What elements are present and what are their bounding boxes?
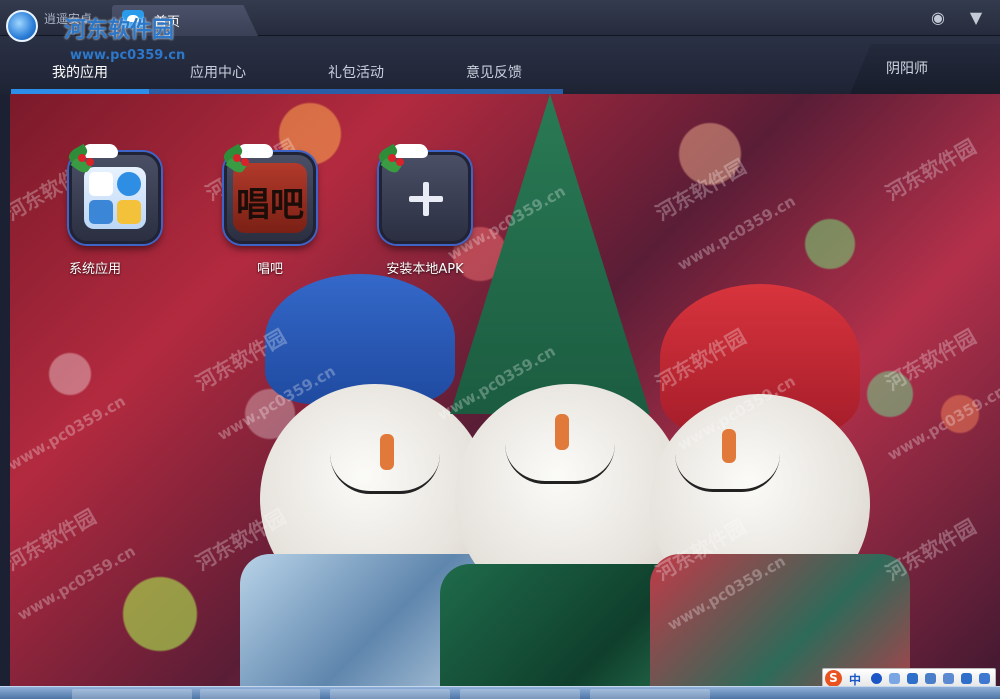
holly-decoration-icon <box>66 140 126 180</box>
app-changba[interactable]: 唱吧 唱吧 <box>175 143 316 284</box>
keyboard-icon[interactable] <box>925 673 936 684</box>
watermark-url: www.pc0359.cn <box>70 48 186 63</box>
holly-decoration-icon <box>221 140 281 180</box>
moon-icon[interactable] <box>871 673 882 684</box>
account-icon[interactable]: ◉ <box>928 8 948 28</box>
tab-label: 意见反馈 <box>466 65 522 81</box>
watermark: 河东软件园 <box>10 504 101 576</box>
sogou-ime-icon[interactable]: S <box>825 670 842 687</box>
tab-gift-events[interactable]: 礼包活动 <box>287 36 425 94</box>
taskbar-button[interactable] <box>460 689 580 699</box>
running-app-label: 阴阳师 <box>886 61 928 77</box>
tab-app-center[interactable]: 应用中心 <box>149 36 287 94</box>
user-icon[interactable] <box>943 673 954 684</box>
skin-icon[interactable] <box>961 673 972 684</box>
nav-bar: 我的应用 应用中心 礼包活动 意见反馈 阴阳师 <box>0 36 1000 94</box>
app-label: 安装本地APK <box>386 262 464 277</box>
watermark: 河东软件园 <box>651 154 751 226</box>
desktop-area: 河东软件园 河东软件园 河东软件园 河东软件园 河东软件园 河东软件园 河东软件… <box>10 94 1000 699</box>
app-install-apk[interactable]: 安装本地APK <box>330 143 471 284</box>
camera-icon <box>117 200 141 224</box>
watermark: 河东软件园 <box>881 324 981 396</box>
watermark-url: www.pc0359.cn <box>10 391 129 475</box>
menu-dropdown-icon[interactable]: ▼ <box>966 8 986 28</box>
microphone-icon[interactable] <box>907 673 918 684</box>
changba-glyph: 唱吧 <box>236 185 304 225</box>
tab-label: 应用中心 <box>190 65 246 81</box>
app-logo-icon <box>6 10 38 42</box>
watermark-url: www.pc0359.cn <box>14 541 139 625</box>
running-app-tab[interactable]: 阴阳师 <box>850 44 1000 94</box>
watermark-url: www.pc0359.cn <box>674 191 799 275</box>
tab-my-apps[interactable]: 我的应用 <box>11 36 149 94</box>
tab-feedback[interactable]: 意见反馈 <box>425 36 563 94</box>
file-manager-icon <box>89 200 113 224</box>
app-label: 系统应用 <box>68 262 121 277</box>
taskbar-button[interactable] <box>200 689 320 699</box>
watermark-url: www.pc0359.cn <box>884 381 1000 465</box>
plus-icon <box>409 182 443 216</box>
green-hat <box>450 94 650 414</box>
app-system-apps[interactable]: 系统应用 <box>20 143 161 284</box>
watermark-title: 河东软件园 <box>64 18 175 43</box>
taskbar-button[interactable] <box>330 689 450 699</box>
tab-label: 礼包活动 <box>328 65 384 81</box>
watermark: 河东软件园 <box>881 134 981 206</box>
app-label: 唱吧 <box>256 262 283 277</box>
tools-icon[interactable] <box>979 673 990 684</box>
taskbar-button[interactable] <box>72 689 192 699</box>
ime-toolbar[interactable]: S 中 <box>822 668 996 688</box>
taskbar-button[interactable] <box>590 689 710 699</box>
holly-decoration-icon <box>376 140 436 180</box>
punctuation-icon[interactable] <box>889 673 900 684</box>
tab-label: 我的应用 <box>52 65 108 81</box>
taskbar <box>0 686 1000 699</box>
